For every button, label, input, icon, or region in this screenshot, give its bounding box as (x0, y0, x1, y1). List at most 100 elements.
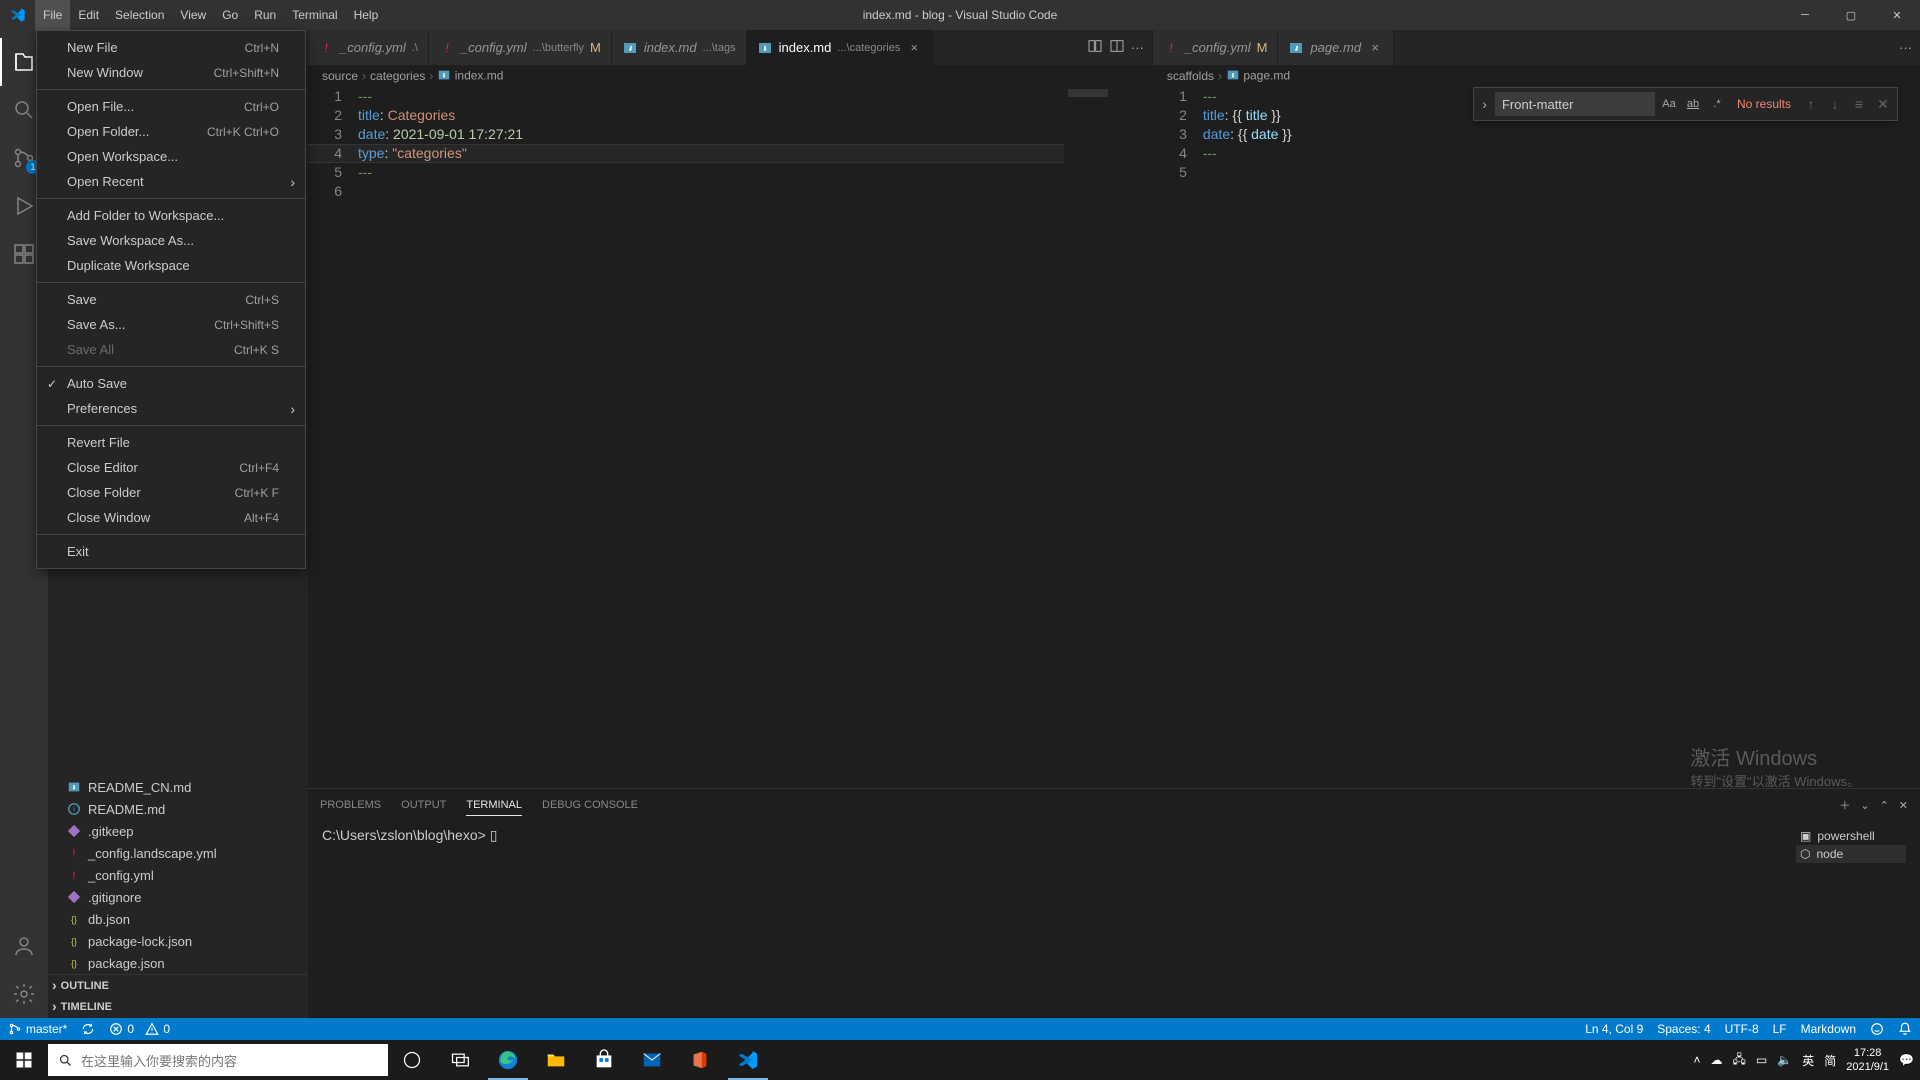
timeline-section[interactable]: TIMELINE (48, 996, 308, 1018)
compare-icon[interactable] (1087, 38, 1103, 57)
menu-item-close-folder[interactable]: Close FolderCtrl+K F (37, 480, 305, 505)
breadcrumb[interactable]: scaffolds›⬇ page.md (1153, 65, 1920, 87)
menu-item-new-window[interactable]: New WindowCtrl+Shift+N (37, 60, 305, 85)
find-input[interactable] (1495, 92, 1655, 116)
close-tab-icon[interactable]: × (1367, 40, 1383, 55)
file-item[interactable]: .gitignore (48, 886, 308, 908)
expand-icon[interactable]: › (1478, 95, 1491, 114)
minimap[interactable] (1832, 87, 1920, 788)
outline-section[interactable]: OUTLINE (48, 974, 308, 996)
office-icon[interactable] (676, 1040, 724, 1080)
menu-selection[interactable]: Selection (107, 0, 172, 30)
menu-item-auto-save[interactable]: Auto Save (37, 371, 305, 396)
battery-icon[interactable]: ▭ (1756, 1053, 1767, 1067)
close-find-icon[interactable]: ✕ (1873, 95, 1893, 114)
file-item[interactable]: !_config.yml (48, 864, 308, 886)
regex-icon[interactable]: .* (1707, 94, 1727, 114)
git-branch-status[interactable]: master* (8, 1022, 67, 1036)
menu-item-open-folder[interactable]: Open Folder...Ctrl+K Ctrl+O (37, 119, 305, 144)
indent-status[interactable]: Spaces: 4 (1657, 1022, 1710, 1036)
match-case-icon[interactable]: Aa (1659, 94, 1679, 114)
menu-item-close-window[interactable]: Close WindowAlt+F4 (37, 505, 305, 530)
menu-edit[interactable]: Edit (70, 0, 107, 30)
editor-tab[interactable]: !_config.ymlM (1153, 30, 1279, 65)
menu-item-open-recent[interactable]: Open Recent (37, 169, 305, 194)
menu-help[interactable]: Help (346, 0, 387, 30)
mail-icon[interactable] (628, 1040, 676, 1080)
more-actions-icon[interactable]: ··· (1131, 40, 1144, 55)
store-icon[interactable] (580, 1040, 628, 1080)
network-icon[interactable]: 🖧 (1733, 1050, 1746, 1071)
system-tray[interactable]: ˄ ☁ 🖧 ▭ 🔈 英 简 17:282021/9/1 💬 (1693, 1046, 1920, 1074)
notifications-icon[interactable] (1898, 1022, 1912, 1036)
cortana-icon[interactable] (388, 1040, 436, 1080)
sync-status[interactable] (81, 1022, 95, 1036)
language-status[interactable]: Markdown (1801, 1022, 1856, 1036)
breadcrumb-item[interactable]: categories (370, 69, 425, 83)
panel-tab-problems[interactable]: PROBLEMS (320, 795, 381, 815)
vscode-taskbar-icon[interactable] (724, 1040, 772, 1080)
file-item[interactable]: {}db.json (48, 908, 308, 930)
cursor-position[interactable]: Ln 4, Col 9 (1585, 1022, 1643, 1036)
menu-item-revert-file[interactable]: Revert File (37, 430, 305, 455)
file-item[interactable]: .gitkeep (48, 820, 308, 842)
menu-item-exit[interactable]: Exit (37, 539, 305, 564)
edge-icon[interactable] (484, 1040, 532, 1080)
breadcrumb[interactable]: source›categories›⬇ index.md (308, 65, 1152, 87)
close-tab-icon[interactable]: × (906, 40, 922, 55)
problems-status[interactable]: 0 0 (109, 1022, 170, 1036)
menu-run[interactable]: Run (246, 0, 284, 30)
onedrive-icon[interactable]: ☁ (1711, 1053, 1723, 1067)
breadcrumb-item[interactable]: source (322, 69, 358, 83)
menu-item-add-folder-to-workspace[interactable]: Add Folder to Workspace... (37, 203, 305, 228)
menu-file[interactable]: File (35, 0, 70, 30)
encoding-status[interactable]: UTF-8 (1725, 1022, 1759, 1036)
clock[interactable]: 17:282021/9/1 (1846, 1046, 1889, 1074)
minimap[interactable] (1064, 87, 1152, 788)
menu-item-save[interactable]: SaveCtrl+S (37, 287, 305, 312)
eol-status[interactable]: LF (1773, 1022, 1787, 1036)
maximize-panel-icon[interactable]: ⌃ (1880, 799, 1889, 812)
terminal-entry[interactable]: ⬡node (1796, 845, 1906, 863)
panel-tab-terminal[interactable]: TERMINAL (466, 795, 522, 816)
menu-terminal[interactable]: Terminal (284, 0, 345, 30)
settings-gear-icon[interactable] (0, 970, 48, 1018)
editor-tab[interactable]: !_config.yml...\butterflyM (429, 30, 612, 65)
ime-mode[interactable]: 简 (1824, 1052, 1836, 1069)
menu-item-open-workspace[interactable]: Open Workspace... (37, 144, 305, 169)
match-word-icon[interactable]: ab (1683, 94, 1703, 114)
breadcrumb-item[interactable]: ⬇ page.md (1226, 68, 1290, 85)
file-item[interactable]: ⬇README_CN.md (48, 776, 308, 798)
editor-tab[interactable]: !_config.yml.\ (308, 30, 429, 65)
task-view-icon[interactable] (436, 1040, 484, 1080)
split-editor-icon[interactable] (1109, 38, 1125, 57)
volume-icon[interactable]: 🔈 (1777, 1053, 1792, 1067)
ime-lang[interactable]: 英 (1802, 1052, 1814, 1069)
menu-item-save-workspace-as[interactable]: Save Workspace As... (37, 228, 305, 253)
accounts-icon[interactable] (0, 922, 48, 970)
file-explorer-icon[interactable] (532, 1040, 580, 1080)
breadcrumb-item[interactable]: ⬇ index.md (437, 68, 503, 85)
editor-tab[interactable]: ⬇index.md...\tags (612, 30, 747, 65)
menu-item-save-as[interactable]: Save As...Ctrl+Shift+S (37, 312, 305, 337)
terminal[interactable]: C:\Users\zslon\blog\hexo> ▯ ▣powershell⬡… (308, 821, 1920, 1018)
terminal-entry[interactable]: ▣powershell (1796, 827, 1906, 845)
prev-match-icon[interactable]: ↑ (1801, 95, 1821, 114)
code-editor[interactable]: 123456---title: Categoriesdate: 2021-09-… (308, 87, 1152, 788)
file-item[interactable]: {}package.json (48, 952, 308, 974)
file-item[interactable]: !_config.landscape.yml (48, 842, 308, 864)
menu-item-preferences[interactable]: Preferences (37, 396, 305, 421)
find-in-selection-icon[interactable]: ≡ (1849, 95, 1869, 114)
menu-item-open-file[interactable]: Open File...Ctrl+O (37, 94, 305, 119)
menu-item-new-file[interactable]: New FileCtrl+N (37, 35, 305, 60)
file-item[interactable]: iREADME.md (48, 798, 308, 820)
tray-chevron-icon[interactable]: ˄ (1693, 1053, 1700, 1067)
action-center-icon[interactable]: 💬 (1899, 1053, 1914, 1067)
close-button[interactable]: ✕ (1874, 0, 1920, 30)
menu-item-close-editor[interactable]: Close EditorCtrl+F4 (37, 455, 305, 480)
feedback-icon[interactable] (1870, 1022, 1884, 1036)
editor-tab[interactable]: ⬇page.md× (1278, 30, 1394, 65)
editor-tab[interactable]: ⬇index.md...\categories× (747, 30, 934, 65)
taskbar-search[interactable]: 在这里输入你要搜索的内容 (48, 1044, 388, 1076)
start-button[interactable] (0, 1040, 48, 1080)
